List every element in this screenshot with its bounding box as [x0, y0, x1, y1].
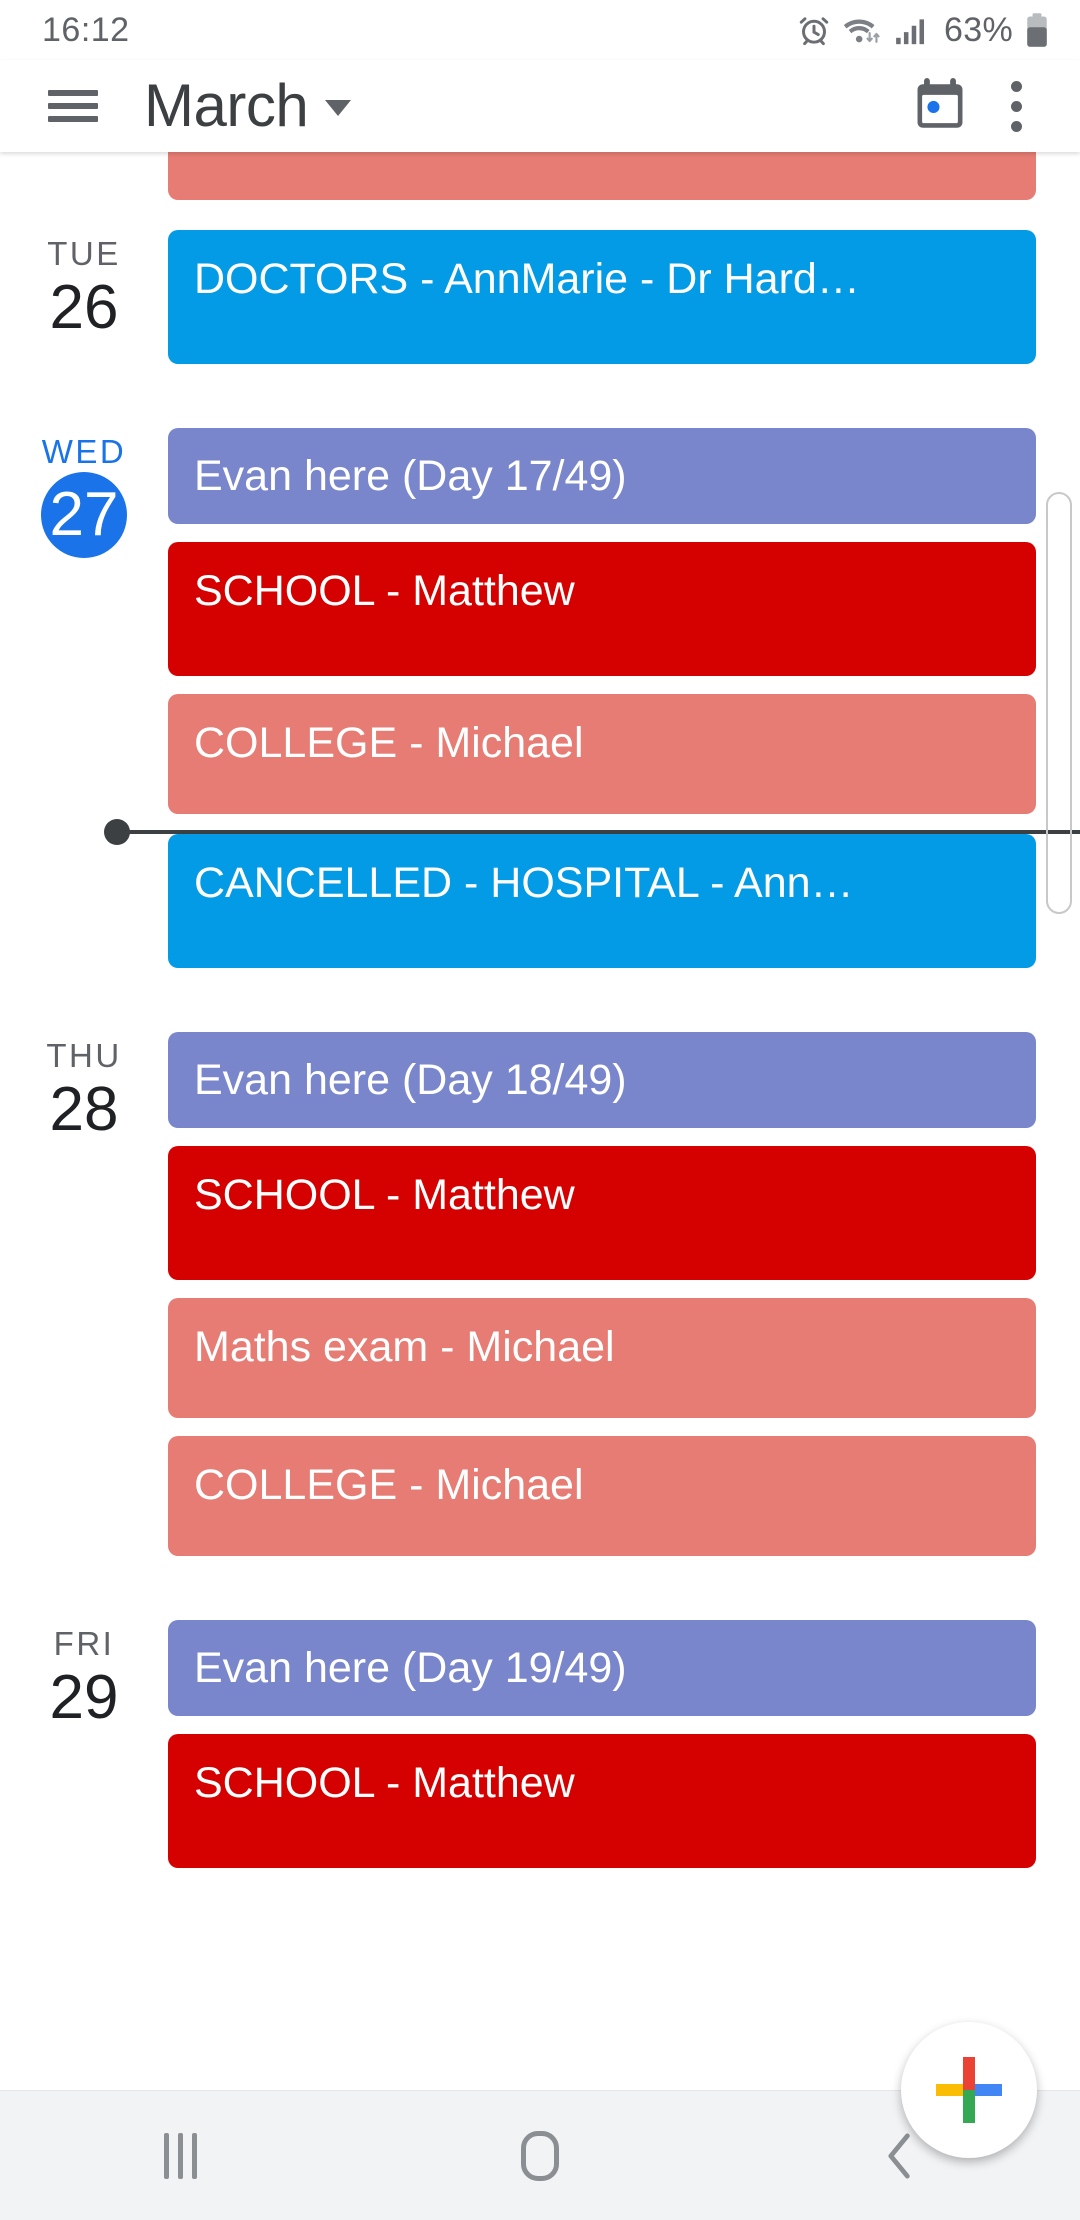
back-button[interactable]	[720, 2128, 1080, 2184]
day-row-partial	[0, 152, 1080, 222]
day-row: FRI 29 Evan here (Day 19/49) SCHOOL - Matth…	[0, 1620, 1080, 1886]
current-time-line	[126, 830, 1080, 834]
day-row: THU 28 Evan here (Day 18/49) SCHOOL - Matth…	[0, 1032, 1080, 1574]
day-of-week-label: WED	[41, 433, 127, 470]
calendar-app-screen: 16:12 63% March TUE 26 DOCTORS - AnnMari…	[0, 0, 1080, 2220]
month-view-selector[interactable]: March	[144, 72, 352, 139]
event-chip[interactable]: DOCTORS - AnnMarie - Dr Hard…	[168, 230, 1036, 364]
event-chip[interactable]: SCHOOL - Matthew	[168, 1734, 1036, 1868]
app-toolbar: March	[0, 60, 1080, 152]
event-chip[interactable]: CANCELLED - HOSPITAL - Ann…	[168, 834, 1036, 968]
event-chip-partial[interactable]	[168, 152, 1036, 200]
home-icon	[521, 2130, 559, 2181]
day-label-thu-28[interactable]: THU 28	[0, 1032, 168, 1574]
hamburger-menu-icon[interactable]	[46, 85, 100, 127]
event-chip[interactable]: Evan here (Day 17/49)	[168, 428, 1036, 524]
chevron-down-icon	[325, 100, 352, 116]
alarm-icon	[799, 17, 829, 46]
add-event-plus-icon	[936, 2057, 1002, 2123]
day-events-column: DOCTORS - AnnMarie - Dr Hard…	[168, 230, 1080, 382]
battery-icon	[1027, 13, 1047, 47]
event-chip[interactable]: COLLEGE - Michael	[168, 694, 1036, 814]
signal-icon	[896, 19, 925, 45]
day-row: TUE 26 DOCTORS - AnnMarie - Dr Hard…	[0, 230, 1080, 382]
day-of-week-label: TUE	[47, 235, 121, 272]
day-label-wed-27[interactable]: WED 27	[0, 428, 168, 986]
status-bar-clock: 16:12	[42, 10, 130, 49]
day-of-week-label: THU	[46, 1037, 122, 1074]
wifi-icon	[843, 19, 880, 43]
event-chip[interactable]: Evan here (Day 18/49)	[168, 1032, 1036, 1128]
day-events-column: Evan here (Day 18/49) SCHOOL - Matthew Mat…	[168, 1032, 1080, 1574]
day-number-label: 27	[49, 480, 119, 550]
status-bar: 16:12 63%	[0, 0, 1080, 60]
today-calendar-icon[interactable]	[902, 68, 978, 144]
event-chip[interactable]: SCHOOL - Matthew	[168, 1146, 1036, 1280]
day-events-column	[168, 152, 1080, 222]
day-label-column	[0, 152, 168, 222]
event-chip[interactable]: Maths exam - Michael	[168, 1298, 1036, 1418]
day-label-fri-29[interactable]: FRI 29	[0, 1620, 168, 1886]
day-events-column: Evan here (Day 17/49) SCHOOL - Matthew COL…	[104, 428, 1080, 986]
status-bar-icons: 63%	[797, 11, 1050, 50]
event-chip[interactable]: COLLEGE - Michael	[168, 1436, 1036, 1556]
event-chip[interactable]: Evan here (Day 19/49)	[168, 1620, 1036, 1716]
day-of-week-label: FRI	[53, 1625, 115, 1662]
day-number-label: 28	[49, 1075, 119, 1145]
create-event-fab[interactable]	[901, 2022, 1037, 2158]
today-highlight-badge: 27	[41, 472, 127, 559]
day-label-tue-26[interactable]: TUE 26	[0, 230, 168, 382]
day-number-label: 26	[49, 273, 119, 343]
recents-icon	[163, 2132, 197, 2179]
day-events-column: Evan here (Day 19/49) SCHOOL - Matthew	[168, 1620, 1080, 1886]
overflow-menu-icon[interactable]	[978, 68, 1054, 144]
vertical-scrollbar[interactable]	[1046, 492, 1072, 914]
event-chip[interactable]: SCHOOL - Matthew	[168, 542, 1036, 676]
day-number-label: 29	[49, 1663, 119, 1733]
home-button[interactable]	[360, 2130, 720, 2181]
schedule-list[interactable]: TUE 26 DOCTORS - AnnMarie - Dr Hard… WED 27 E…	[0, 152, 1080, 2090]
recents-button[interactable]	[0, 2132, 360, 2179]
back-icon	[888, 2132, 910, 2179]
battery-percentage-label: 63%	[944, 10, 1013, 49]
page-title: March	[144, 72, 309, 139]
day-row: WED 27 Evan here (Day 17/49) SCHOOL - Matth…	[0, 428, 1080, 986]
